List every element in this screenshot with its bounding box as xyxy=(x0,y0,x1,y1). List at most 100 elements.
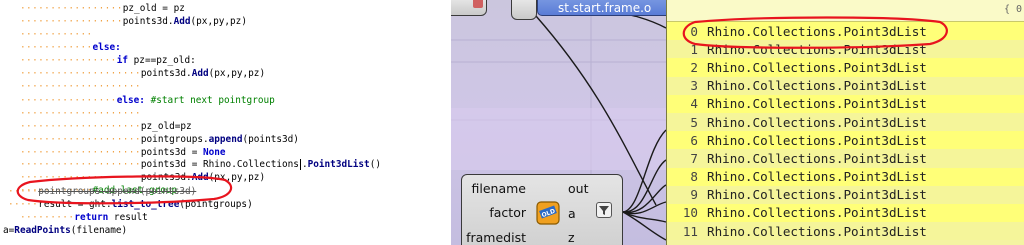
code-line[interactable]: ····················pointgroups.append(p… xyxy=(20,133,299,146)
panel-row[interactable]: 7 Rhino.Collections.Point3dList xyxy=(667,149,1024,168)
input-framedist[interactable]: framedist xyxy=(466,230,526,245)
panel-row-value: Rhino.Collections.Point3dList xyxy=(707,78,927,94)
code-text: (px,py,pz) xyxy=(208,172,266,183)
code-line[interactable]: ····················points3d.Add(px,py,p… xyxy=(20,67,265,80)
code-line[interactable]: ················else: #start next pointg… xyxy=(20,94,275,107)
indent-guide: ················ xyxy=(20,55,117,66)
code-text: result xyxy=(113,212,148,223)
code-line[interactable]: ····················points3d = Rhino.Col… xyxy=(20,158,381,171)
indent-guide: ········· xyxy=(20,212,75,223)
panel-row-index: 8 xyxy=(690,169,698,185)
panel-row[interactable]: 0 Rhino.Collections.Point3dList xyxy=(667,22,1024,41)
code-function: ReadPoints xyxy=(14,225,71,236)
code-keyword: return xyxy=(74,212,114,223)
code-line[interactable]: ····················pz_old=pz xyxy=(20,120,192,133)
indent-guide: ················· xyxy=(20,16,123,27)
panel-row[interactable]: 9 Rhino.Collections.Point3dList xyxy=(667,185,1024,204)
panel-row[interactable]: 10 Rhino.Collections.Point3dList xyxy=(667,203,1024,223)
code-text: (filename) xyxy=(70,225,128,236)
indent-guide: ····· xyxy=(8,186,39,197)
code-text: result = ght. xyxy=(38,199,112,210)
code-text: points3d = Rhino.Collections xyxy=(140,159,299,170)
code-line[interactable]: ············else: xyxy=(20,41,121,54)
indent-guide: ················· xyxy=(20,3,123,14)
old-component-icon: OLD xyxy=(536,201,560,225)
code-function: append xyxy=(208,134,243,145)
code-text: () xyxy=(369,159,381,170)
panel-row-index: 2 xyxy=(690,59,698,75)
panel-row[interactable]: 4 Rhino.Collections.Point3dList xyxy=(667,94,1024,113)
output-panel[interactable]: { 0 0 Rhino.Collections.Point3dList 1 Rhino… xyxy=(666,0,1024,245)
code-text: (pointgroups) xyxy=(179,199,253,210)
code-function: Point3dList xyxy=(307,159,370,170)
code-keyword: else: xyxy=(92,42,121,53)
code-line[interactable]: ····················points3d.Add(px,py,p… xyxy=(20,171,265,184)
panel-row-value: Rhino.Collections.Point3dList xyxy=(707,96,927,112)
panel-row-index: 3 xyxy=(690,78,698,94)
panel-row-value: Rhino.Collections.Point3dList xyxy=(707,132,927,148)
filter-icon[interactable] xyxy=(596,202,612,218)
code-line[interactable]: ·················pz_old = pz xyxy=(20,2,185,15)
code-text: points3d = xyxy=(140,147,203,158)
frame-component-label: st.start.frame.o xyxy=(558,1,652,15)
code-line[interactable]: ·········return result xyxy=(20,211,148,224)
code-line[interactable]: a=ReadPoints(filename) xyxy=(3,224,127,237)
panel-row-value: Rhino.Collections.Point3dList xyxy=(707,169,927,185)
indent-guide: ···················· xyxy=(20,159,141,170)
indent-guide: ···················· xyxy=(20,81,141,92)
component-icon xyxy=(473,0,483,8)
panel-row-value: Rhino.Collections.Point3dList xyxy=(707,114,927,130)
code-line[interactable]: ············ xyxy=(20,28,93,41)
panel-row[interactable]: 3 Rhino.Collections.Point3dList xyxy=(667,76,1024,95)
output-out[interactable]: out xyxy=(568,181,588,196)
code-function: Add xyxy=(191,68,209,79)
code-line[interactable]: ·····pointgroups.append(points3d) xyxy=(8,185,196,198)
panel-row-value: Rhino.Collections.Point3dList xyxy=(707,59,927,75)
code-text: pz_old = pz xyxy=(122,3,185,14)
panel-row[interactable]: 8 Rhino.Collections.Point3dList xyxy=(667,167,1024,186)
panel-row[interactable]: 2 Rhino.Collections.Point3dList xyxy=(667,58,1024,77)
code-text: points3d. xyxy=(122,16,174,27)
panel-divider xyxy=(437,0,451,245)
panel-row-value: Rhino.Collections.Point3dList xyxy=(707,205,927,221)
indent-guide: ···················· xyxy=(20,134,141,145)
code-text: points3d. xyxy=(140,68,192,79)
code-comment: #start next pointgroup xyxy=(150,95,275,106)
panel-row[interactable]: 1 Rhino.Collections.Point3dList xyxy=(667,40,1024,59)
panel-list: 0 Rhino.Collections.Point3dList 1 Rhino.Col… xyxy=(667,22,1024,241)
component-top-middle[interactable] xyxy=(511,0,537,20)
indent-guide: ····· xyxy=(8,199,39,210)
input-factor[interactable]: factor xyxy=(489,205,526,220)
panel-row[interactable]: 11 Rhino.Collections.Point3dList xyxy=(667,222,1024,241)
indent-guide: ················ xyxy=(20,95,117,106)
indent-guide: ···················· xyxy=(20,172,141,183)
code-line[interactable]: ···················· xyxy=(20,80,141,93)
panel-row-value: Rhino.Collections.Point3dList xyxy=(707,187,927,203)
panel-path-label: { 0 xyxy=(1003,4,1022,15)
code-function: Add xyxy=(191,172,209,183)
code-text: pointgroups. xyxy=(140,134,209,145)
input-filename[interactable]: filename xyxy=(472,181,527,196)
code-line[interactable]: ················if pz==pz_old: xyxy=(20,54,196,67)
code-function: Add xyxy=(173,16,191,27)
code-line[interactable]: ·····result = ght.list_to_tree(pointgrou… xyxy=(8,198,253,211)
code-editor[interactable]: ·················pz_old = pz ············… xyxy=(0,0,437,245)
code-text: pz_old=pz xyxy=(140,121,192,132)
indent-guide: ···················· xyxy=(20,108,141,119)
panel-row[interactable]: 6 Rhino.Collections.Point3dList xyxy=(667,131,1024,150)
output-z[interactable]: z xyxy=(568,230,575,245)
code-line[interactable]: ···················· xyxy=(20,107,141,120)
panel-row[interactable]: 5 Rhino.Collections.Point3dList xyxy=(667,112,1024,132)
code-keyword: if xyxy=(116,55,134,66)
indent-guide: ············ xyxy=(20,29,93,40)
panel-row-index: 1 xyxy=(690,41,698,57)
code-text: points3d. xyxy=(140,172,192,183)
code-text: a= xyxy=(3,225,15,236)
indent-guide: ···················· xyxy=(20,147,141,158)
code-line[interactable]: ·················points3d.Add(px,py,pz) xyxy=(20,15,247,28)
output-a[interactable]: a xyxy=(568,206,576,221)
code-text: (points3d) xyxy=(242,134,299,145)
panel-row-index: 0 xyxy=(690,23,698,39)
indent-guide: ···················· xyxy=(20,68,141,79)
panel-row-index: 9 xyxy=(690,187,698,203)
